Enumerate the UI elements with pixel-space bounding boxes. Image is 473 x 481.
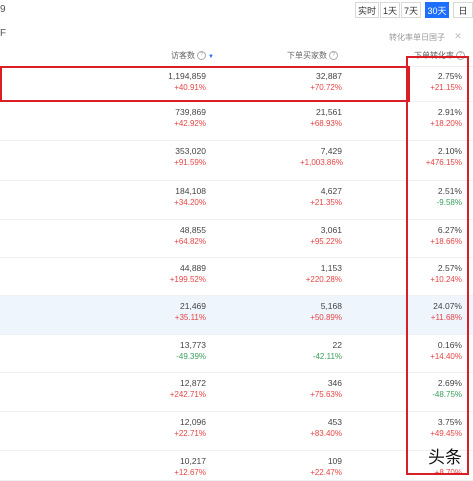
visitors-chg-cell: +42.92% (174, 119, 206, 128)
table-row[interactable]: 184,108 +34.20% 4,627 +21.35% 2.51% -9.58% (0, 181, 473, 220)
help-icon[interactable]: ? (329, 51, 338, 61)
buyers-chg-cell: +21.35% (310, 198, 342, 207)
visitors-chg-cell: +199.52% (169, 275, 206, 284)
buyers-chg-cell: +75.63% (310, 390, 342, 399)
visitors-cell: 184,108 (175, 186, 206, 196)
table-row[interactable]: 12,872 +242.71% 346 +75.63% 2.69% -48.75% (0, 373, 473, 412)
time-range-button[interactable]: 1天 (380, 2, 400, 18)
buyers-chg-cell: +1,003.86% (300, 158, 343, 167)
visitors-chg-cell: +35.11% (174, 313, 206, 322)
visitors-chg-cell: +64.82% (174, 237, 206, 246)
buyers-cell: 3,061 (320, 225, 342, 235)
buyers-chg-cell: +83.40% (310, 429, 342, 438)
visitors-cell: 12,096 (180, 417, 206, 427)
buyers-cell: 109 (327, 456, 342, 466)
visitors-chg-cell: +12.67% (174, 468, 206, 477)
sort-desc-icon[interactable]: ▼ (208, 54, 214, 60)
buyers-cell: 22 (332, 340, 342, 350)
visitors-cell: 44,889 (180, 263, 206, 273)
top-bar: 9 实时 1天 7天 30天日 (0, 0, 473, 22)
col-header-buyers-label: 下单买家数 (287, 51, 327, 60)
buyers-cell: 7,429 (320, 146, 342, 156)
visitors-cell: 48,855 (180, 225, 206, 235)
buyers-cell: 21,561 (316, 107, 342, 117)
watermark: 头条 (428, 448, 462, 468)
table-row[interactable]: 13,773 -49.39% 22 -42.11% 0.16% +14.40% (0, 335, 473, 373)
buyers-chg-cell: +50.89% (310, 313, 342, 322)
buyers-cell: 5,168 (320, 301, 342, 311)
buyers-chg-cell: +22.47% (310, 468, 342, 477)
buyers-chg-cell: +95.22% (310, 237, 342, 246)
table-header: 访客数? ▼ 下单买家数? 下单转化率? (0, 46, 473, 67)
visitors-cell: 12,872 (180, 378, 206, 388)
buyers-chg-cell: +220.28% (305, 275, 342, 284)
buyers-chg-cell: +68.93% (310, 119, 342, 128)
time-range-button[interactable]: 实时 (355, 2, 379, 18)
visitors-cell: 13,773 (180, 340, 206, 350)
visitors-chg-cell: -49.39% (176, 352, 206, 361)
table-row[interactable]: 12,096 +22.71% 453 +83.40% 3.75% +49.45% (0, 412, 473, 451)
time-range-button[interactable]: 日 (453, 2, 473, 18)
time-range-button[interactable]: 30天 (425, 2, 449, 18)
table-row[interactable]: 353,020 +91.59% 7,429 +1,003.86% 2.10% +476.1… (0, 141, 473, 181)
visitors-cell: 21,469 (180, 301, 206, 311)
date-range-stub: 9 (0, 4, 6, 15)
col-header-visitors-label: 访客数 (171, 51, 195, 60)
highlight-box-conversion-column (406, 56, 469, 475)
visitors-cell: 10,217 (180, 456, 206, 466)
visitors-chg-cell: +22.71% (174, 429, 206, 438)
visitors-chg-cell: +242.71% (169, 390, 206, 399)
buyers-cell: 346 (327, 378, 342, 388)
table-row[interactable]: 44,889 +199.52% 1,153 +220.28% 2.57% +10.24% (0, 258, 473, 296)
col-header-visitors[interactable]: 访客数? ▼ (171, 50, 214, 61)
visitors-cell: 739,869 (175, 107, 206, 117)
buyers-cell: 4,627 (320, 186, 342, 196)
toolbar-left-stub: F (0, 28, 7, 39)
visitors-chg-cell: +34.20% (174, 198, 206, 207)
visitors-cell: 353,020 (175, 146, 206, 156)
table-row[interactable]: 21,469 +35.11% 5,168 +50.89% 24.07% +11.68% (0, 296, 473, 335)
help-icon[interactable]: ? (197, 51, 206, 61)
visitors-chg-cell: +91.59% (174, 158, 206, 167)
buyers-cell: 1,153 (320, 263, 342, 273)
toolbar: F 转化率单日国子 ✕ (0, 22, 473, 46)
time-range-button[interactable]: 7天 (401, 2, 421, 18)
buyers-cell: 453 (327, 417, 342, 427)
buyers-chg-cell: -42.11% (312, 352, 342, 361)
highlight-box-first-row (0, 66, 410, 102)
col-header-buyers[interactable]: 下单买家数? (287, 50, 338, 61)
table-row[interactable]: 739,869 +42.92% 21,561 +68.93% 2.91% +18.20% (0, 102, 473, 141)
filter-label[interactable]: 转化率单日国子 (389, 32, 445, 43)
close-icon[interactable]: ✕ (452, 30, 464, 42)
table-row[interactable]: 48,855 +64.82% 3,061 +95.22% 6.27% +18.66% (0, 220, 473, 258)
